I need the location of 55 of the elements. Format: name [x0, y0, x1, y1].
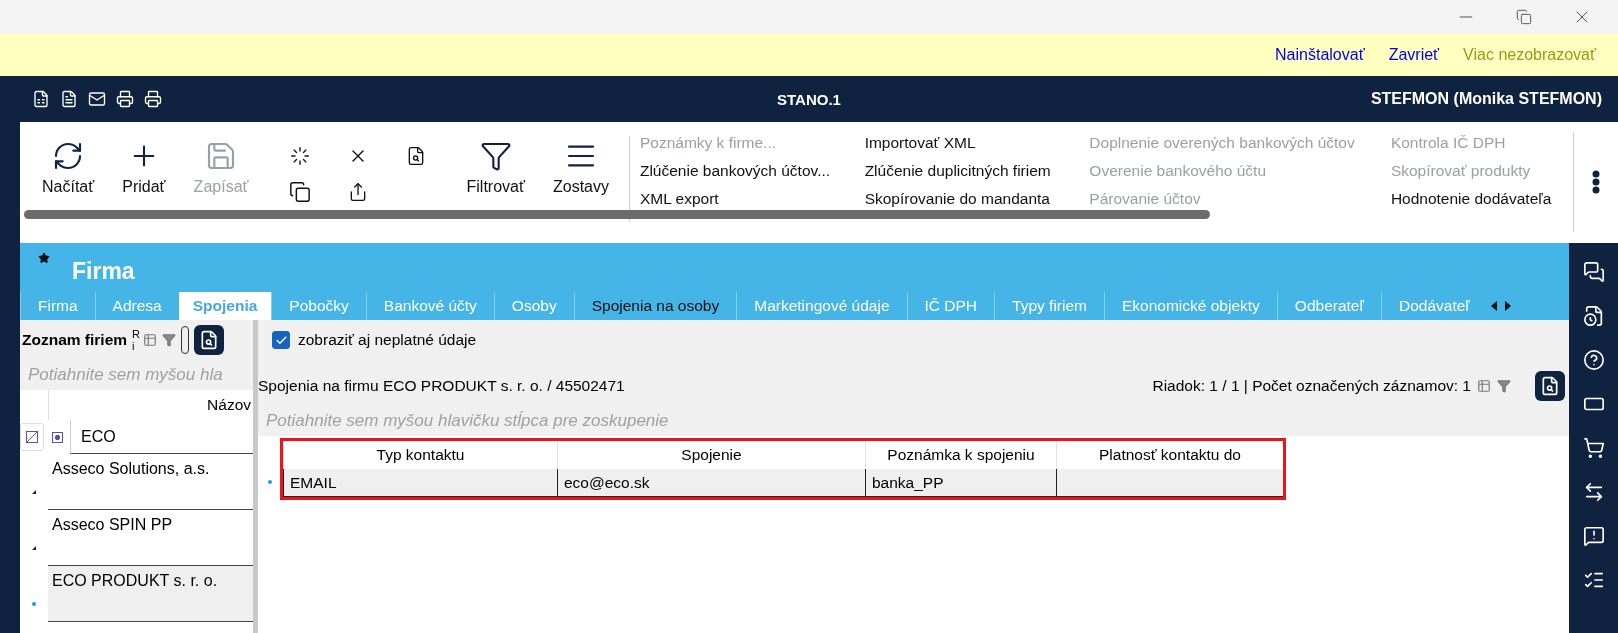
command-link[interactable]: Hodnotenie dodávateľa [1390, 190, 1574, 212]
search-icon [1540, 376, 1560, 396]
command-link[interactable]: Skopírovanie do mandanta [864, 190, 1090, 212]
toolbar-button[interactable]: Filtrovať [452, 132, 539, 196]
filter-icon[interactable] [162, 333, 177, 347]
chat-icon[interactable] [1582, 261, 1605, 283]
notice-link[interactable]: Nainštalovať [1275, 46, 1365, 64]
table-cell: banka_PP [865, 469, 1056, 497]
filter-icon [479, 140, 512, 172]
restore-icon[interactable] [1516, 9, 1532, 25]
table-icon[interactable] [143, 333, 158, 347]
search-icon [199, 330, 220, 350]
row-indicator-icon [32, 490, 36, 494]
left-arrow-icon[interactable] [1490, 301, 1497, 311]
checkbox[interactable] [272, 331, 290, 349]
table-icon[interactable] [1477, 379, 1491, 393]
right-arrow-icon[interactable] [1504, 301, 1511, 311]
group-hint: Potiahnite sem myšou hla [20, 360, 253, 390]
filter-icon[interactable] [1497, 379, 1511, 393]
cut-label: Ri [132, 327, 139, 353]
search-button[interactable] [1535, 371, 1565, 401]
row-status: Riadok: 1 / 1 | Počet označených záznamov: 1 [1152, 377, 1471, 395]
command-link[interactable]: Importovať XML [864, 134, 1090, 156]
row-indicator-icon [32, 546, 36, 550]
spreadsheet-icon[interactable] [32, 90, 50, 108]
app-title: STANO.1 [777, 90, 841, 108]
table-cell: EMAIL [283, 469, 557, 497]
more-icon [1592, 170, 1601, 194]
toolbar-button[interactable]: Načítať [28, 132, 109, 196]
cart-icon[interactable] [1582, 437, 1605, 459]
filter-tool-icon[interactable] [20, 423, 44, 451]
panel-title: Zoznam firiem [22, 331, 128, 349]
table-cell: eco@eco.sk [557, 469, 865, 497]
mail-icon[interactable] [88, 90, 106, 108]
printer-icon[interactable] [116, 90, 134, 108]
document-icon[interactable] [1582, 305, 1605, 327]
feedback-icon[interactable] [1582, 525, 1605, 547]
page-title: Firma [72, 258, 135, 285]
filter-mode-icon[interactable] [51, 431, 63, 443]
command-link[interactable]: Zlúčenie bankových účtov... [639, 162, 865, 184]
document-icon[interactable] [60, 90, 78, 108]
scrollbar[interactable] [24, 210, 1210, 219]
toolbar-button[interactable]: Pridať [108, 132, 180, 196]
help-icon[interactable] [1582, 349, 1605, 371]
company-row[interactable]: ECO PRODUKT s. r. o. [48, 566, 253, 622]
user-name: STEFMON (Monika STEFMON) [1370, 90, 1602, 108]
toolbar-button[interactable]: Zostavy [539, 132, 623, 196]
notice-link[interactable]: Zavrieť [1388, 46, 1440, 64]
command-link[interactable]: XML export [639, 190, 865, 212]
section-title: Spojenia na firmu ECO PRODUKT s. r. o. / 45502471 [258, 377, 625, 395]
printer-icon[interactable] [144, 90, 162, 108]
checkbox-label: zobraziť aj neplatné údaje [298, 331, 477, 349]
command-link[interactable]: Zlúčenie duplicitných firiem [864, 162, 1090, 184]
search-button[interactable] [194, 325, 225, 355]
star-icon[interactable] [38, 252, 50, 264]
